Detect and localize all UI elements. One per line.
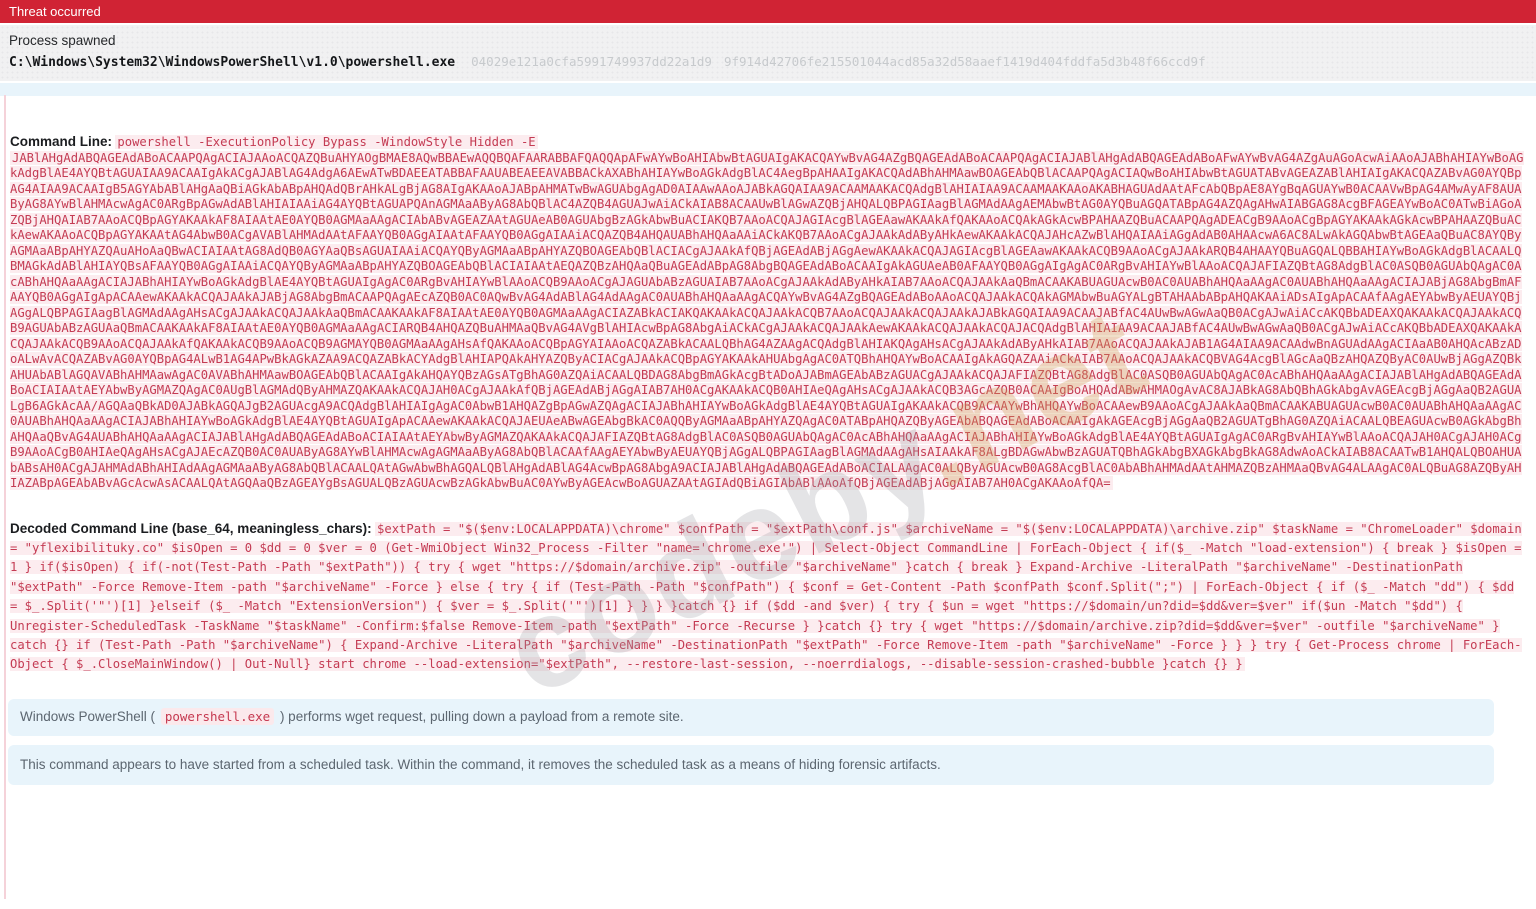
decoded-command-label: Decoded Command Line (base_64, meaningle… xyxy=(10,520,372,536)
threat-banner-label: Threat occurred xyxy=(9,4,101,19)
decoded-command-script: $extPath = "$($env:LOCALAPPDATA)\chrome"… xyxy=(10,521,1522,672)
process-spawned-section: Process spawned C:\Windows\System32\Wind… xyxy=(0,25,1536,81)
analyst-note-scheduled-task: This command appears to have started fro… xyxy=(8,744,1494,785)
command-line-section: Command Line: powershell -ExecutionPolic… xyxy=(10,134,1524,492)
section-divider-strip xyxy=(0,83,1536,96)
threat-detail-panel: Command Line: powershell -ExecutionPolic… xyxy=(0,134,1536,675)
process-md5-hash: 04029e121a0cfa5991749937dd22a1d9 xyxy=(471,54,712,69)
note-text-pre: Windows PowerShell ( xyxy=(20,708,156,724)
decoded-command-section: Decoded Command Line (base_64, meaningle… xyxy=(10,519,1524,675)
command-line-base64: JABlAHgAdABQAGEAdABoACAAPQAgACIAJAAoACQA… xyxy=(10,150,1524,490)
note-process-name: powershell.exe xyxy=(160,707,275,725)
note-text-post: ) performs wget request, pulling down a … xyxy=(279,708,684,724)
process-details: C:\Windows\System32\WindowsPowerShell\v1… xyxy=(9,53,1528,71)
process-sha256-hash: 9f914d42706fe215501044acd85a32d58aaef141… xyxy=(723,54,1206,69)
analyst-note-wget: Windows PowerShell ( powershell.exe ) pe… xyxy=(8,698,1494,736)
threat-banner: Threat occurred xyxy=(0,0,1536,23)
note-text: This command appears to have started fro… xyxy=(20,757,941,773)
process-spawned-title: Process spawned xyxy=(9,33,116,48)
command-line-prefix: powershell -ExecutionPolicy Bypass -Wind… xyxy=(115,135,538,149)
process-path: C:\Windows\System32\WindowsPowerShell\v1… xyxy=(9,55,456,70)
command-line-label: Command Line: xyxy=(10,134,113,149)
